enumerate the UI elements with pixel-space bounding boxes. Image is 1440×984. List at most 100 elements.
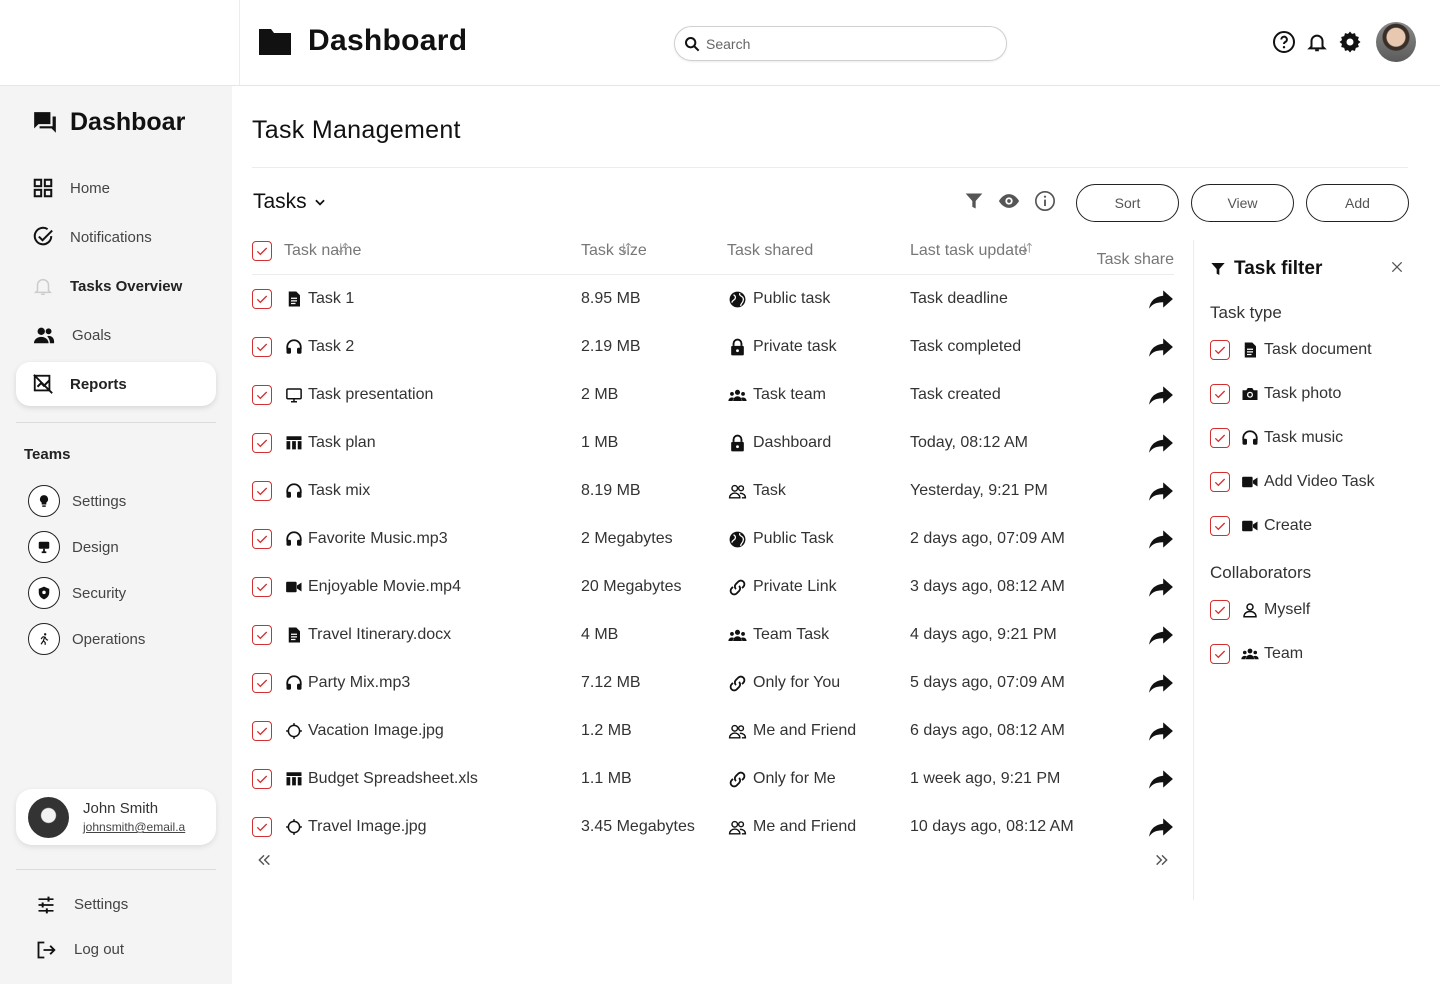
table-row[interactable]: Task 1 8.95 MB Public task Task deadline <box>252 275 1174 323</box>
column-header-updated[interactable]: Last task update <box>910 242 1122 260</box>
team-item-settings[interactable]: Settings <box>28 478 145 524</box>
team-item-design[interactable]: Design <box>28 524 145 570</box>
filter-option[interactable]: Myself <box>1210 588 1410 632</box>
user-avatar-top[interactable] <box>1376 22 1416 62</box>
help-icon[interactable] <box>1272 30 1296 54</box>
filter-option[interactable]: Task music <box>1210 416 1410 460</box>
table-row[interactable]: Travel Image.jpg 3.45 Megabytes Me and Fri… <box>252 803 1174 851</box>
table-row[interactable]: Task mix 8.19 MB Task Yesterday, 9:21 PM <box>252 467 1174 515</box>
task-name: Task 1 <box>308 290 355 307</box>
row-checkbox[interactable] <box>252 673 272 693</box>
filter-option[interactable]: Task photo <box>1210 372 1410 416</box>
share-icon[interactable] <box>1148 814 1174 840</box>
view-button[interactable]: View <box>1191 184 1294 222</box>
bell-icon[interactable] <box>1306 30 1328 54</box>
table-row[interactable]: Party Mix.mp3 7.12 MB Only for You 5 days a… <box>252 659 1174 707</box>
share-icon[interactable] <box>1148 622 1174 648</box>
sidebar-item-tasks-overview[interactable]: Tasks Overview <box>16 264 216 308</box>
column-header-name[interactable]: Task name <box>284 242 581 260</box>
tasks-dropdown[interactable]: Tasks <box>253 190 327 214</box>
info-icon[interactable] <box>1034 190 1056 212</box>
table-row[interactable]: Budget Spreadsheet.xls 1.1 MB Only for Me 1… <box>252 755 1174 803</box>
filter-option[interactable]: Create <box>1210 504 1410 548</box>
table-row[interactable]: Favorite Music.mp3 2 Megabytes Public Task… <box>252 515 1174 563</box>
table-row[interactable]: Travel Itinerary.docx 4 MB Team Task 4 days… <box>252 611 1174 659</box>
user-card[interactable]: John Smith johnsmith@email.a <box>16 789 216 845</box>
row-checkbox[interactable] <box>252 433 272 453</box>
table-row[interactable]: Task 2 2.19 MB Private task Task completed <box>252 323 1174 371</box>
share-icon[interactable] <box>1148 382 1174 408</box>
filter-option[interactable]: Team <box>1210 632 1410 676</box>
share-icon[interactable] <box>1148 526 1174 552</box>
row-checkbox[interactable] <box>252 529 272 549</box>
close-icon[interactable] <box>1390 260 1404 274</box>
sidebar-brand: Dashboar <box>32 108 185 137</box>
task-size: 7.12 MB <box>581 674 641 691</box>
search-input[interactable] <box>706 35 986 52</box>
sort-icon[interactable] <box>336 239 350 257</box>
team-item-operations[interactable]: Operations <box>28 616 145 662</box>
row-checkbox[interactable] <box>252 481 272 501</box>
row-checkbox[interactable] <box>252 385 272 405</box>
share-icon[interactable] <box>1148 334 1174 360</box>
sidebar-item-home[interactable]: Home <box>16 166 216 210</box>
add-button[interactable]: Add <box>1306 184 1409 222</box>
task-shared: Task team <box>753 386 826 403</box>
gear-icon[interactable] <box>1338 30 1362 54</box>
table-row[interactable]: Task presentation 2 MB Task team Task creat… <box>252 371 1174 419</box>
task-shared: Public Task <box>753 530 834 547</box>
filter-checkbox[interactable] <box>1210 384 1230 404</box>
row-checkbox[interactable] <box>252 337 272 357</box>
sidebar-item-goals[interactable]: Goals <box>16 313 216 357</box>
task-name: Task presentation <box>308 386 434 403</box>
sort-button[interactable]: Sort <box>1076 184 1179 222</box>
share-icon[interactable] <box>1148 478 1174 504</box>
column-header-size[interactable]: Task size <box>581 242 727 260</box>
table-row[interactable]: Task plan 1 MB Dashboard Today, 08:12 AM <box>252 419 1174 467</box>
search-bar[interactable] <box>674 26 1007 61</box>
chevron-double-right-icon[interactable] <box>1154 852 1170 868</box>
sidebar-item-reports[interactable]: Reports <box>16 362 216 406</box>
filter-header: Task filter <box>1210 254 1410 284</box>
filter-checkbox[interactable] <box>1210 340 1230 360</box>
filter-icon[interactable] <box>964 191 984 211</box>
row-checkbox[interactable] <box>252 817 272 837</box>
user-email[interactable]: johnsmith@email.a <box>83 820 185 834</box>
share-icon[interactable] <box>1148 718 1174 744</box>
row-checkbox[interactable] <box>252 721 272 741</box>
filter-option[interactable]: Task document <box>1210 328 1410 372</box>
task-shared: Task <box>753 482 786 499</box>
teams-title: Teams <box>24 446 71 463</box>
row-checkbox[interactable] <box>252 289 272 309</box>
row-checkbox[interactable] <box>252 769 272 789</box>
share-icon[interactable] <box>1148 670 1174 696</box>
share-icon[interactable] <box>1148 766 1174 792</box>
select-all-checkbox[interactable] <box>252 241 272 261</box>
eye-icon[interactable] <box>998 190 1020 212</box>
share-icon[interactable] <box>1148 286 1174 312</box>
page-title: Task Management <box>252 116 461 144</box>
filter-checkbox[interactable] <box>1210 644 1230 664</box>
filter-option[interactable]: Add Video Task <box>1210 460 1410 504</box>
sidebar-item-settings[interactable]: Settings <box>36 882 128 927</box>
column-header-label: Task size <box>581 242 647 259</box>
filter-checkbox[interactable] <box>1210 428 1230 448</box>
video-icon <box>284 577 304 597</box>
filter-checkbox[interactable] <box>1210 472 1230 492</box>
row-checkbox[interactable] <box>252 577 272 597</box>
table-row[interactable]: Enjoyable Movie.mp4 20 Megabytes Private L… <box>252 563 1174 611</box>
run-icon <box>28 623 60 655</box>
table-row[interactable]: Vacation Image.jpg 1.2 MB Me and Friend 6 d… <box>252 707 1174 755</box>
team-item-security[interactable]: Security <box>28 570 145 616</box>
sidebar-item-logout[interactable]: Log out <box>36 927 128 972</box>
filter-checkbox[interactable] <box>1210 600 1230 620</box>
row-checkbox[interactable] <box>252 625 272 645</box>
column-header-shared[interactable]: Task shared <box>727 242 910 260</box>
share-icon[interactable] <box>1148 430 1174 456</box>
filter-checkbox[interactable] <box>1210 516 1230 536</box>
sort-icon[interactable] <box>1020 239 1034 257</box>
sort-icon[interactable] <box>619 239 633 257</box>
share-icon[interactable] <box>1148 574 1174 600</box>
chevron-double-left-icon[interactable] <box>256 852 272 868</box>
sidebar-item-notifications[interactable]: Notifications <box>16 215 216 259</box>
